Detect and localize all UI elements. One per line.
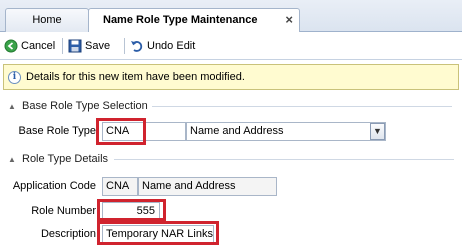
- section-role-type-details[interactable]: ▲ Role Type Details: [4, 152, 108, 166]
- application-code-field: CNA: [102, 177, 138, 196]
- close-icon[interactable]: ×: [285, 9, 293, 31]
- undo-label: Undo Edit: [147, 40, 196, 52]
- divider-line: [152, 106, 452, 107]
- base-role-type-label: Base Role Type: [18, 125, 96, 137]
- section-divider: [114, 159, 456, 173]
- tab-home[interactable]: Home: [5, 8, 89, 32]
- chevron-down-icon[interactable]: ▼: [370, 123, 385, 140]
- section-details-title: Role Type Details: [22, 153, 109, 165]
- base-role-type-dropdown[interactable]: Name and Address: [186, 122, 386, 141]
- save-label: Save: [85, 40, 111, 52]
- toolbar-divider: [124, 38, 125, 54]
- section-base-role-type[interactable]: ▲ Base Role Type Selection: [4, 99, 148, 113]
- highlight-box: [97, 221, 219, 245]
- save-icon: [68, 39, 82, 53]
- application-code-label: Application Code: [12, 180, 96, 192]
- save-button[interactable]: Save: [68, 38, 110, 54]
- tab-strip: Home Name Role Type Maintenance ×: [0, 0, 462, 33]
- description-label: Description: [40, 228, 96, 240]
- cancel-icon: [4, 39, 18, 53]
- cancel-button[interactable]: Cancel: [4, 38, 55, 54]
- section-divider: [152, 106, 456, 120]
- cancel-label: Cancel: [21, 40, 56, 52]
- tab-home-label: Home: [32, 14, 62, 26]
- info-icon: i: [8, 70, 21, 84]
- undo-icon: [131, 41, 143, 52]
- highlight-box: [97, 199, 166, 221]
- banner-message: Details for this new item have been modi…: [26, 71, 245, 83]
- toolbar-divider: [62, 38, 63, 54]
- tab-name-role-type-maintenance[interactable]: Name Role Type Maintenance ×: [88, 8, 300, 33]
- section-base-title: Base Role Type Selection: [22, 100, 148, 112]
- collapse-icon: ▲: [8, 154, 16, 164]
- undo-edit-button[interactable]: Undo Edit: [130, 38, 195, 54]
- highlight-box: [96, 118, 146, 145]
- collapse-icon: ▲: [8, 101, 16, 111]
- tab-active-label: Name Role Type Maintenance: [103, 14, 258, 26]
- info-banner: i Details for this new item have been mo…: [3, 64, 459, 90]
- toolbar: Cancel Save Undo Edit: [0, 32, 462, 60]
- divider-line: [114, 159, 454, 160]
- application-description-field: Name and Address: [138, 177, 277, 196]
- role-number-label: Role Number: [31, 205, 96, 217]
